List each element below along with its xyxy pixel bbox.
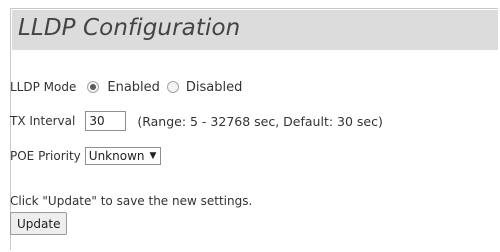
- lldp-mode-disabled-radio[interactable]: [166, 81, 179, 93]
- tx-interval-label: TX Interval: [10, 114, 76, 128]
- tx-interval-range-hint: (Range: 5 - 32768 sec, Default: 30 sec): [137, 113, 383, 129]
- poe-priority-row: POE Priority Unknown ▼: [10, 145, 162, 167]
- lldp-mode-row: LLDP Mode Enabled Disabled: [10, 76, 242, 98]
- dropdown-arrow-icon: ▼: [149, 151, 157, 161]
- update-button[interactable]: Update: [10, 212, 68, 235]
- page-title: LLDP Configuration: [18, 15, 241, 41]
- lldp-mode-enabled-label[interactable]: Enabled: [107, 80, 160, 95]
- tx-interval-row: TX Interval (Range: 5 - 32768 sec, Defau…: [10, 110, 383, 132]
- poe-priority-label: POE Priority: [10, 149, 81, 163]
- update-button-label: Update: [17, 216, 61, 231]
- tx-interval-input[interactable]: [85, 111, 127, 131]
- lldp-mode-disabled-label[interactable]: Disabled: [186, 80, 242, 95]
- lldp-mode-label: LLDP Mode: [10, 80, 77, 94]
- update-instruction-text: Click "Update" to save the new settings.: [10, 194, 253, 208]
- lldp-mode-enabled-radio[interactable]: [87, 81, 100, 93]
- poe-priority-selected-value: Unknown: [88, 149, 145, 163]
- update-instruction: Click "Update" to save the new settings.: [10, 190, 252, 212]
- title-bar: LLDP Configuration: [12, 10, 498, 50]
- poe-priority-select[interactable]: Unknown ▼: [84, 147, 162, 165]
